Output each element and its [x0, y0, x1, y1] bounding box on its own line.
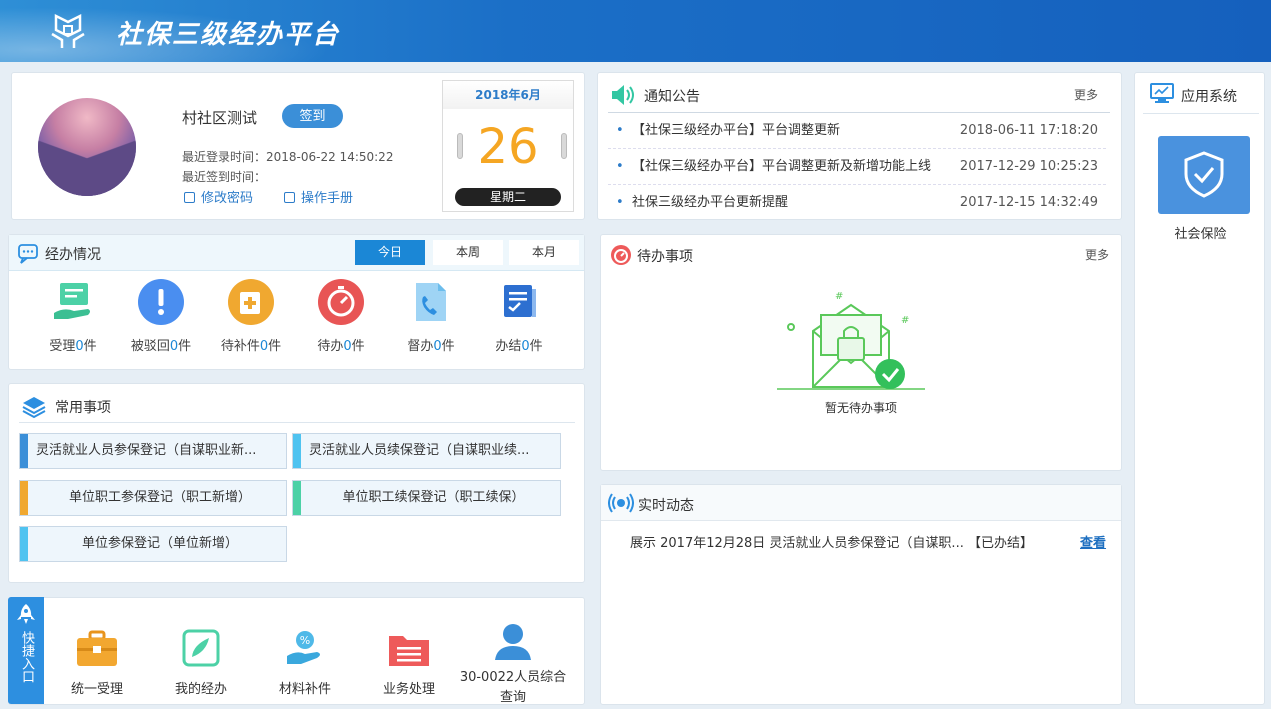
calendar-day: 26: [477, 119, 539, 175]
book-icon: [284, 192, 295, 203]
change-password-link[interactable]: 修改密码: [184, 187, 253, 206]
stat-completed[interactable]: 办结0件: [479, 279, 559, 354]
speaker-icon: [612, 85, 634, 105]
todo-title: 待办事项: [637, 249, 693, 265]
notice-title: 通知公告: [644, 89, 700, 105]
app-systems-title: 应用系统: [1181, 89, 1237, 105]
calendar-weekday: 星期二: [455, 188, 561, 206]
profile-panel: 村社区测试 签到 最近登录时间：2018-06-22 14:50:22 最近签到…: [11, 72, 585, 220]
accept-icon: [50, 279, 96, 325]
notice-more-link[interactable]: 更多: [1074, 86, 1098, 103]
monitor-icon: [1150, 83, 1174, 103]
checklist-icon: [496, 279, 542, 325]
add-document-icon: [228, 279, 274, 325]
exclamation-icon: [138, 279, 184, 325]
notice-row[interactable]: • 社保三级经办平台更新提醒 2017-12-15 14:32:49: [608, 185, 1106, 221]
avatar: [38, 98, 136, 196]
quick-entry-panel: 快捷入口 统一受理 我的经办 % 材料补件 业务处理 30-0022人员综合查询: [8, 597, 585, 705]
quick-my-handling[interactable]: 我的经办: [141, 628, 261, 697]
common-item-1[interactable]: 灵活就业人员参保登记（自谋职业新...: [19, 433, 287, 469]
briefcase-icon: [75, 628, 119, 668]
last-signin-time: 最近签到时间：: [182, 170, 267, 184]
signin-button[interactable]: 签到: [282, 104, 343, 128]
stat-rejected[interactable]: 被驳回0件: [121, 279, 201, 354]
svg-text:#: #: [901, 315, 909, 326]
realtime-view-link[interactable]: 查看: [1080, 532, 1106, 551]
quick-material-supplement[interactable]: % 材料补件: [245, 628, 365, 697]
realtime-row: 展示 2017年12月28日 灵活就业人员参保登记（自谋职... 【已办结】: [630, 536, 1033, 551]
clock-icon: [611, 245, 631, 265]
handling-panel: 经办情况 今日 本周 本月 受理0件 被驳回0件 待补件0件 待办0件 督办0件: [8, 234, 585, 370]
username: 村社区测试: [182, 109, 258, 127]
app-title: 社保三级经办平台: [116, 20, 341, 50]
logo-icon: [51, 13, 85, 48]
user-icon: [491, 622, 535, 662]
rocket-icon: [17, 604, 35, 624]
notice-row[interactable]: • 【社保三级经办平台】平台调整更新及新增功能上线 2017-12-29 10:25…: [608, 149, 1106, 185]
calendar-widget: 2018年6月 26 星期二: [442, 80, 574, 212]
social-insurance-tile[interactable]: [1158, 136, 1250, 214]
quick-business-processing[interactable]: 业务处理: [349, 628, 469, 697]
shield-check-icon: [1184, 151, 1224, 198]
svg-text:#: #: [835, 291, 843, 302]
common-item-4[interactable]: 单位职工续保登记（职工续保）: [292, 480, 561, 516]
quick-unified-accept[interactable]: 统一受理: [37, 628, 157, 697]
quick-person-query[interactable]: 30-0022人员综合查询: [453, 622, 573, 708]
timer-icon: [318, 279, 364, 325]
stat-todo[interactable]: 待办0件: [301, 279, 381, 354]
tab-month[interactable]: 本月: [509, 240, 579, 265]
realtime-panel: 实时动态 展示 2017年12月28日 灵活就业人员参保登记（自谋职... 【已…: [600, 484, 1122, 705]
handling-title: 经办情况: [45, 247, 101, 263]
realtime-title: 实时动态: [638, 498, 694, 514]
stat-accepted[interactable]: 受理0件: [33, 279, 113, 354]
todo-empty-text: 暂无待办事项: [824, 401, 897, 415]
manual-link[interactable]: 操作手册: [284, 187, 353, 206]
hand-percent-icon: %: [283, 628, 327, 668]
quick-entry-label: 快捷入口: [19, 631, 34, 683]
chat-icon: [18, 244, 38, 264]
app-header: 社保三级经办平台: [0, 0, 1271, 62]
stat-supervise[interactable]: 督办0件: [391, 279, 471, 354]
last-login-time: 最近登录时间：2018-06-22 14:50:22: [182, 150, 394, 164]
folder-list-icon: [387, 628, 431, 668]
lock-icon: [184, 192, 195, 203]
todo-more-link[interactable]: 更多: [1085, 246, 1109, 263]
common-item-2[interactable]: 灵活就业人员续保登记（自谋职业续...: [292, 433, 561, 469]
common-item-5[interactable]: 单位参保登记（单位新增）: [19, 526, 287, 562]
common-items-title: 常用事项: [55, 400, 111, 416]
stat-pending-supplement[interactable]: 待补件0件: [211, 279, 291, 354]
calendar-month: 2018年6月: [443, 81, 573, 109]
phone-document-icon: [408, 279, 454, 325]
svg-text:%: %: [300, 634, 310, 647]
common-items-panel: 常用事项 灵活就业人员参保登记（自谋职业新... 灵活就业人员续保登记（自谋职业…: [8, 383, 585, 583]
common-item-3[interactable]: 单位职工参保登记（职工新增）: [19, 480, 287, 516]
app-systems-panel: 应用系统 社会保险: [1134, 72, 1265, 705]
tab-today[interactable]: 今日: [355, 240, 425, 265]
edit-note-icon: [179, 628, 223, 668]
broadcast-icon: [608, 493, 634, 513]
empty-envelope-icon: # #: [777, 291, 925, 390]
tab-week[interactable]: 本周: [433, 240, 503, 265]
notice-panel: 通知公告 更多 • 【社保三级经办平台】平台调整更新 2018-06-11 17:1…: [597, 72, 1122, 220]
layers-icon: [22, 397, 46, 419]
todo-panel: 待办事项 更多 # # 暂无待办事项: [600, 234, 1122, 471]
social-insurance-label: 社会保险: [1174, 227, 1227, 242]
notice-row[interactable]: • 【社保三级经办平台】平台调整更新 2018-06-11 17:18:20: [608, 113, 1106, 149]
